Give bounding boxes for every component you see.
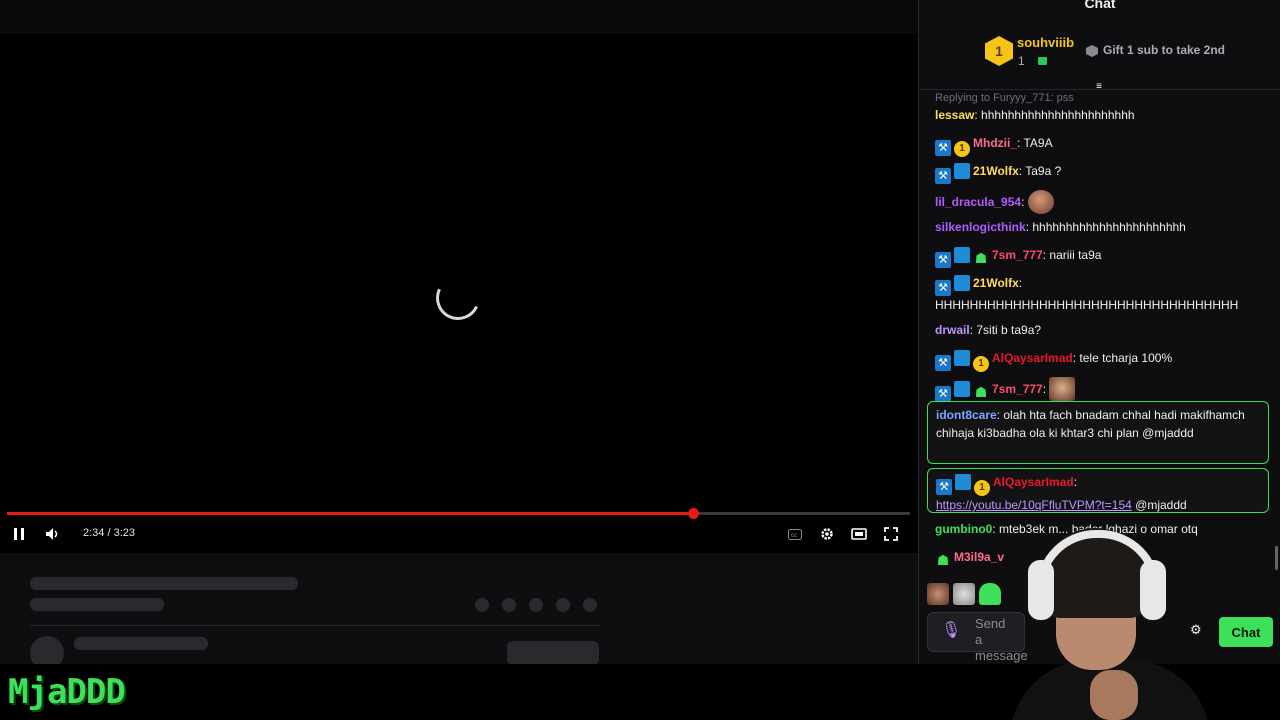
mention-highlight: idont8care: olah hta fach bnadam chhal h… — [927, 401, 1269, 464]
chat-message: drwail: 7siti b ta9a? — [935, 323, 1042, 337]
skeleton-dot — [556, 598, 570, 612]
divider — [30, 625, 600, 626]
leader-gift-count: 1 — [1018, 54, 1025, 68]
leader-name: souhviiib — [1017, 35, 1075, 50]
moderator-badge-icon[interactable]: ⚒ — [935, 140, 951, 156]
button-skeleton — [507, 641, 599, 665]
chat-message: ⚒ ☗ 7sm_777: nariii ta9a — [935, 246, 1271, 268]
chat-message: ⚒ 1 AlQaysarImad: https://youtu.be/10qFfluT… — [936, 474, 1187, 512]
sub-gifter-badge-icon[interactable] — [954, 247, 970, 263]
loading-spinner-icon — [429, 269, 487, 327]
pause-icon[interactable] — [10, 524, 28, 544]
duration: 3:23 — [113, 527, 136, 539]
chat-username[interactable]: 7sm_777 — [992, 248, 1043, 262]
seek-bar-played — [7, 512, 694, 515]
chat-message: idont8care: olah hta fach bnadam chhal h… — [936, 408, 1245, 440]
chat-username[interactable]: AlQaysarImad — [992, 351, 1073, 365]
skeleton-dot — [583, 598, 597, 612]
chat-link[interactable]: https://youtu.be/10qFfluTVPM?t=154 — [936, 498, 1132, 512]
chat-username[interactable]: Mhdzii_ — [973, 136, 1017, 150]
video-top-bar — [0, 0, 918, 34]
seek-bar[interactable] — [7, 508, 910, 519]
chat-username[interactable]: drwail — [935, 323, 970, 337]
captions-icon[interactable]: cc — [786, 524, 804, 544]
ghost-badge-icon[interactable]: ☗ — [973, 384, 989, 400]
ghost-badge-icon[interactable]: ☗ — [973, 250, 989, 266]
time-display: 2:34 / 3:23 — [83, 527, 136, 539]
chat-message: ⚒ 1 AlQaysarImad: tele tcharja 100% — [935, 349, 1271, 372]
reply-context: Replying to Furyyy_771: pss — [935, 92, 1074, 104]
chat-message: ⚒ 21Wolfx: HHHHHHHHHHHHHHHHHHHHHHHHHHHHHHH… — [935, 275, 1239, 312]
mention-highlight: ⚒ 1 AlQaysarImad: https://youtu.be/10qFfluT… — [927, 468, 1269, 513]
emote-icon[interactable] — [927, 583, 949, 605]
skeleton-dot — [529, 598, 543, 612]
chat-username[interactable]: gumbino0 — [935, 522, 992, 536]
current-time: 2:34 — [83, 527, 105, 539]
chat-message: ⚒ ☗ 7sm_777: — [935, 377, 1271, 402]
moderator-badge-icon[interactable]: ⚒ — [935, 168, 951, 184]
cat-emote-icon[interactable] — [953, 583, 975, 605]
volume-icon[interactable] — [44, 524, 62, 544]
chat-username[interactable]: AlQaysarImad — [993, 475, 1074, 489]
emote-bar — [927, 583, 1001, 605]
chat-title: Chat — [1084, 0, 1116, 11]
moderator-badge-icon[interactable]: ⚒ — [935, 252, 951, 268]
emote-image — [1027, 190, 1054, 214]
ghost-badge-icon[interactable]: ☗ — [935, 552, 951, 568]
moderator-badge-icon[interactable]: ⚒ — [935, 355, 951, 371]
webcam-overlay — [1000, 520, 1228, 720]
rank-2-badge-icon — [1086, 45, 1098, 57]
chat-username[interactable]: lil_dracula_954 — [935, 195, 1021, 209]
gift-leader-badge-icon[interactable]: 1 — [954, 141, 970, 157]
subtitle-skeleton — [30, 598, 164, 611]
emote-image — [1049, 377, 1076, 401]
moderator-badge-icon[interactable]: ⚒ — [935, 280, 951, 296]
settings-gear-icon[interactable] — [818, 524, 836, 544]
gift-prompt: Gift 1 sub to take 2nd — [1103, 43, 1226, 57]
streamer-watermark: MjaDDD — [8, 672, 126, 712]
webcam-hand — [1090, 670, 1138, 720]
theater-mode-icon[interactable] — [850, 524, 868, 544]
chat-username[interactable]: 21Wolfx — [973, 164, 1019, 178]
chat-username[interactable]: 21Wolfx — [973, 276, 1019, 290]
chat-messages: Replying to Furyyy_771: pss lessaw: hhhh… — [919, 92, 1280, 578]
gift-leaderboard[interactable]: 1 souhviiib 1 Gift 1 sub to take 2nd — [919, 22, 1280, 90]
ghost-emote-icon[interactable] — [979, 583, 1001, 605]
chat-username[interactable]: lessaw — [935, 108, 974, 122]
moderator-badge-icon[interactable]: ⚒ — [935, 386, 951, 402]
chat-filter-icon[interactable]: ≡ — [1092, 82, 1106, 92]
headset-right — [1140, 560, 1166, 620]
microphone-icon[interactable]: 🎙 — [941, 620, 961, 640]
chat-message: silkenlogicthink: hhhhhhhhhhhhhhhhhhhhhh… — [935, 220, 1186, 234]
moderator-badge-icon[interactable]: ⚒ — [936, 479, 952, 495]
chat-message: ⚒ 21Wolfx: Ta9a ? — [935, 162, 1271, 184]
gift-leader-badge-icon[interactable]: 1 — [974, 480, 990, 496]
skeleton-dot — [502, 598, 516, 612]
chat-username[interactable]: silkenlogicthink — [935, 220, 1026, 234]
sub-gifter-badge-icon[interactable] — [954, 275, 970, 291]
rank-badge: 1 — [985, 36, 1013, 66]
fullscreen-icon[interactable] — [882, 524, 900, 544]
headset-left — [1028, 560, 1054, 620]
title-skeleton — [30, 577, 298, 590]
seek-handle[interactable] — [688, 508, 700, 519]
gift-icon — [1038, 57, 1047, 65]
chat-username[interactable]: idont8care — [936, 408, 997, 422]
sub-gifter-badge-icon[interactable] — [954, 350, 970, 366]
chat-message: lil_dracula_954: — [935, 190, 1271, 214]
chat-scrollbar[interactable] — [1275, 546, 1278, 570]
video-player[interactable]: 2:34 / 3:23 cc — [0, 0, 918, 553]
gift-leader-badge-icon[interactable]: 1 — [973, 356, 989, 372]
chat-message: lessaw: hhhhhhhhhhhhhhhhhhhhhhh — [935, 108, 1135, 122]
chat-message: ⚒ 1 Mhdzii_: TA9A — [935, 134, 1271, 157]
chat-username[interactable]: M3il9a_v — [954, 550, 1004, 564]
sub-gifter-badge-icon[interactable] — [954, 381, 970, 397]
chat-username[interactable]: 7sm_777 — [992, 382, 1043, 396]
sub-gifter-badge-icon[interactable] — [955, 474, 971, 490]
stream-info-placeholder — [0, 553, 918, 670]
sub-gifter-badge-icon[interactable] — [954, 163, 970, 179]
svg-text:cc: cc — [791, 533, 797, 539]
skeleton-dot — [475, 598, 489, 612]
channel-skeleton — [74, 637, 208, 650]
